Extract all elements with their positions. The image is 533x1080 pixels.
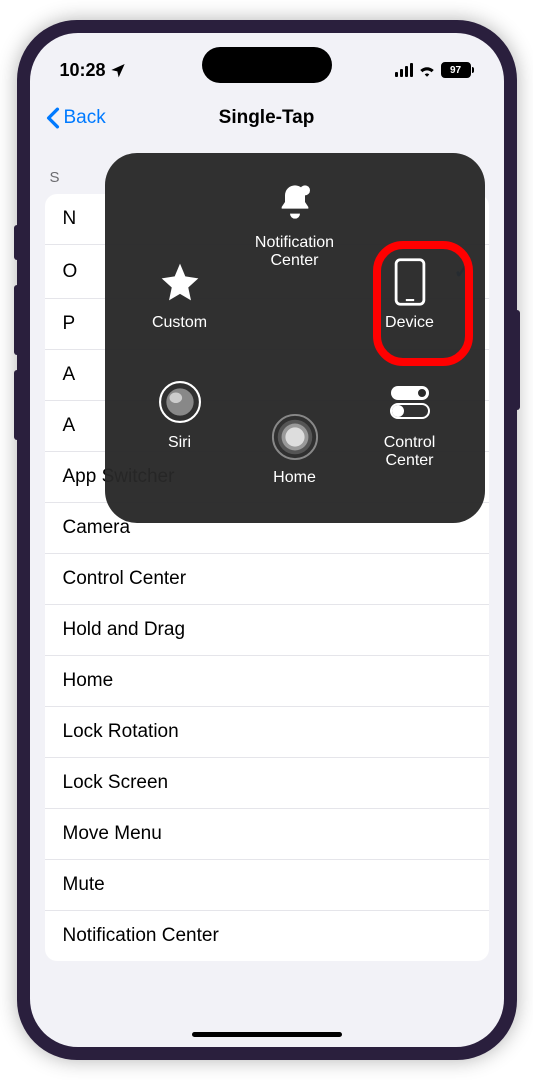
back-button[interactable]: Back bbox=[46, 107, 106, 129]
volume-up-button bbox=[14, 285, 18, 355]
status-time: 10:28 bbox=[60, 60, 106, 81]
chevron-left-icon bbox=[46, 107, 60, 129]
home-button-icon bbox=[271, 413, 319, 461]
bell-icon bbox=[271, 178, 319, 226]
screen: 10:28 97 Back Single-Tap S bbox=[30, 33, 504, 1047]
at-control-center[interactable]: Control Center bbox=[360, 378, 460, 470]
at-notification-center[interactable]: Notification Center bbox=[245, 178, 345, 270]
wifi-icon bbox=[418, 63, 436, 77]
at-label: Notification Center bbox=[245, 234, 345, 270]
location-icon bbox=[110, 62, 126, 78]
at-label: Custom bbox=[152, 314, 207, 332]
list-item[interactable]: Mute bbox=[45, 860, 489, 911]
at-label: Home bbox=[273, 469, 316, 487]
list-item[interactable]: Notification Center bbox=[45, 911, 489, 961]
battery-level: 97 bbox=[441, 62, 471, 78]
at-home[interactable]: Home bbox=[245, 413, 345, 487]
power-button bbox=[516, 310, 520, 410]
mute-switch bbox=[14, 225, 18, 260]
dynamic-island bbox=[202, 47, 332, 83]
battery-icon: 97 bbox=[441, 62, 474, 78]
at-siri[interactable]: Siri bbox=[130, 378, 230, 452]
list-item[interactable]: Hold and Drag bbox=[45, 605, 489, 656]
page-title: Single-Tap bbox=[219, 107, 315, 129]
list-item[interactable]: Control Center bbox=[45, 554, 489, 605]
phone-frame: 10:28 97 Back Single-Tap S bbox=[17, 20, 517, 1060]
list-item[interactable]: Lock Rotation bbox=[45, 707, 489, 758]
list-item[interactable]: Lock Screen bbox=[45, 758, 489, 809]
list-item[interactable]: Home bbox=[45, 656, 489, 707]
toggles-icon bbox=[386, 378, 434, 426]
highlight-annotation bbox=[373, 241, 473, 366]
list-item[interactable]: Move Menu bbox=[45, 809, 489, 860]
signal-icon bbox=[395, 63, 413, 77]
at-label: Siri bbox=[168, 434, 191, 452]
navigation-bar: Back Single-Tap bbox=[30, 93, 504, 143]
back-label: Back bbox=[64, 107, 106, 129]
at-custom[interactable]: Custom bbox=[130, 258, 230, 332]
assistive-touch-menu: Notification Center Custom Device bbox=[105, 153, 485, 523]
at-label: Control Center bbox=[360, 434, 460, 470]
home-indicator[interactable] bbox=[192, 1032, 342, 1037]
siri-icon bbox=[156, 378, 204, 426]
star-icon bbox=[156, 258, 204, 306]
volume-down-button bbox=[14, 370, 18, 440]
